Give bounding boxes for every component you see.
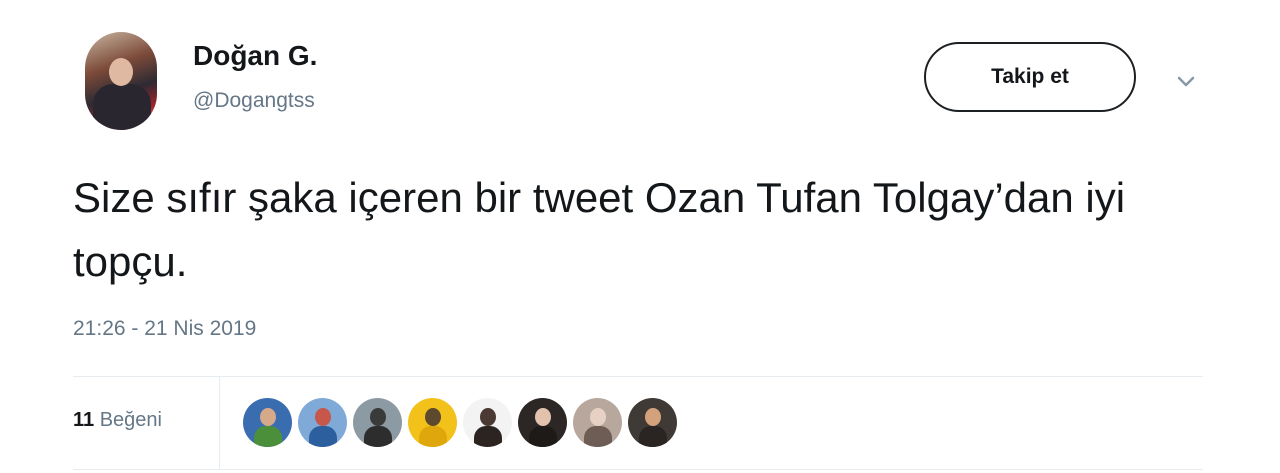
- liker-avatar[interactable]: [298, 398, 347, 447]
- liker-avatar-head: [645, 408, 661, 426]
- liker-avatar-head: [370, 408, 386, 426]
- liker-avatar-torso: [584, 426, 612, 447]
- liker-avatar[interactable]: [518, 398, 567, 447]
- stats-divider-vertical: [219, 377, 220, 469]
- chevron-down-icon[interactable]: [1172, 70, 1200, 92]
- likes-count: 11: [73, 409, 95, 431]
- author-handle[interactable]: @Dogangtss: [193, 89, 315, 113]
- follow-button[interactable]: Takip et: [924, 42, 1136, 112]
- liker-avatar-head: [535, 408, 551, 426]
- liker-avatar[interactable]: [243, 398, 292, 447]
- author-display-name[interactable]: Doğan G.: [193, 40, 317, 72]
- liker-avatar-torso: [309, 426, 337, 447]
- tweet-timestamp[interactable]: 21:26 - 21 Nis 2019: [73, 317, 256, 341]
- liker-avatar-head: [480, 408, 496, 426]
- avatar-body-shape: [93, 84, 151, 130]
- liker-avatar-head: [425, 408, 441, 426]
- likes-label: Beğeni: [99, 409, 162, 431]
- liker-avatar-torso: [639, 426, 667, 447]
- liker-avatar-torso: [364, 426, 392, 447]
- liker-avatar-head: [260, 408, 276, 426]
- avatar-face-shape: [109, 58, 133, 86]
- author-avatar[interactable]: [85, 32, 157, 130]
- liker-avatar[interactable]: [408, 398, 457, 447]
- liker-avatar-head: [590, 408, 606, 426]
- liker-avatars: [243, 398, 677, 447]
- liker-avatar[interactable]: [573, 398, 622, 447]
- likes-stat[interactable]: 11 Beğeni: [73, 409, 162, 432]
- liker-avatar[interactable]: [628, 398, 677, 447]
- liker-avatar[interactable]: [463, 398, 512, 447]
- liker-avatar-head: [315, 408, 331, 426]
- liker-avatar[interactable]: [353, 398, 402, 447]
- liker-avatar-torso: [474, 426, 502, 447]
- liker-avatar-torso: [419, 426, 447, 447]
- stats-divider-bottom: [73, 469, 1203, 470]
- tweet-text: Size sıfır şaka içeren bir tweet Ozan Tu…: [73, 174, 1126, 285]
- liker-avatar-torso: [529, 426, 557, 447]
- stats-divider-top: [73, 376, 1203, 377]
- liker-avatar-torso: [254, 426, 282, 447]
